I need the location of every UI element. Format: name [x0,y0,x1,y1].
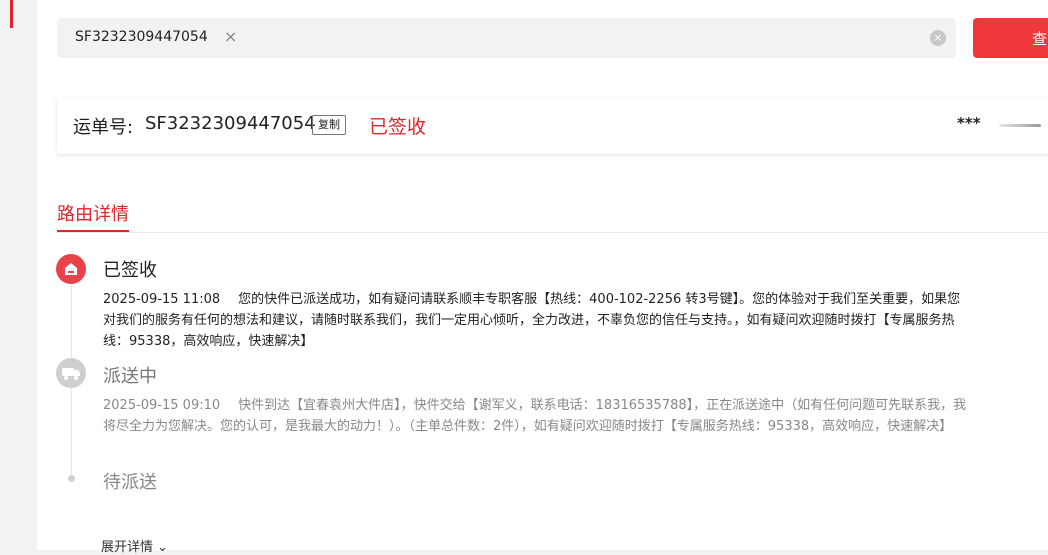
pending-dot-icon [68,475,75,482]
expand-details-link[interactable]: 展开详情 ⌄ [101,536,168,555]
query-button[interactable]: 查 [973,18,1048,58]
waybill-number: SF3232309447054 [145,113,316,134]
timeline-time-signed: 2025-09-15 11:08 [103,292,221,307]
delivery-truck-icon [56,358,86,388]
timeline-title-pending: 待派送 [103,472,157,493]
timeline-text-signed: 您的快件已派送成功，如有疑问请联系顺丰专职客服【热线：400-102-2256 … [103,292,961,349]
timeline-title-delivering: 派送中 [103,366,157,387]
timeline-title-signed: 已签收 [103,260,157,281]
timeline-detail-signed: 2025-09-15 11:08 您的快件已派送成功，如有疑问请联系顺丰专职客服【… [103,289,973,352]
masked-recipient: *** [957,114,981,132]
search-tag-text: SF3232309447054 [75,29,208,45]
chevron-down-icon: ⌄ [157,540,169,555]
tracking-panel: SF3232309447054 × × 查 运单号: SF32323094470… [37,0,1048,555]
tab-route-details[interactable]: 路由详情 [57,200,129,226]
left-accent-bar [10,0,13,28]
waybill-status: 已签收 [369,116,427,138]
route-arrow-icon [999,124,1041,127]
signed-house-icon [56,254,86,284]
timeline-time-delivering: 2025-09-15 09:10 [103,398,221,413]
tab-divider [57,232,1048,233]
copy-button[interactable]: 复制 [312,115,346,135]
waybill-label: 运单号: [73,117,134,138]
search-input[interactable]: SF3232309447054 × × [57,18,956,58]
expand-label: 展开详情 [101,540,154,555]
waybill-card: 运单号: SF3232309447054 复制 已签收 *** [57,98,1048,154]
timeline-text-delivering: 快件到达【宜春袁州大件店】，快件交给【谢军义，联系电话：18316535788】… [103,398,967,434]
timeline-detail-delivering: 2025-09-15 09:10 快件到达【宜春袁州大件店】，快件交给【谢军义，联… [103,395,973,437]
tag-remove-icon[interactable]: × [224,27,237,46]
clear-icon[interactable]: × [930,30,946,46]
